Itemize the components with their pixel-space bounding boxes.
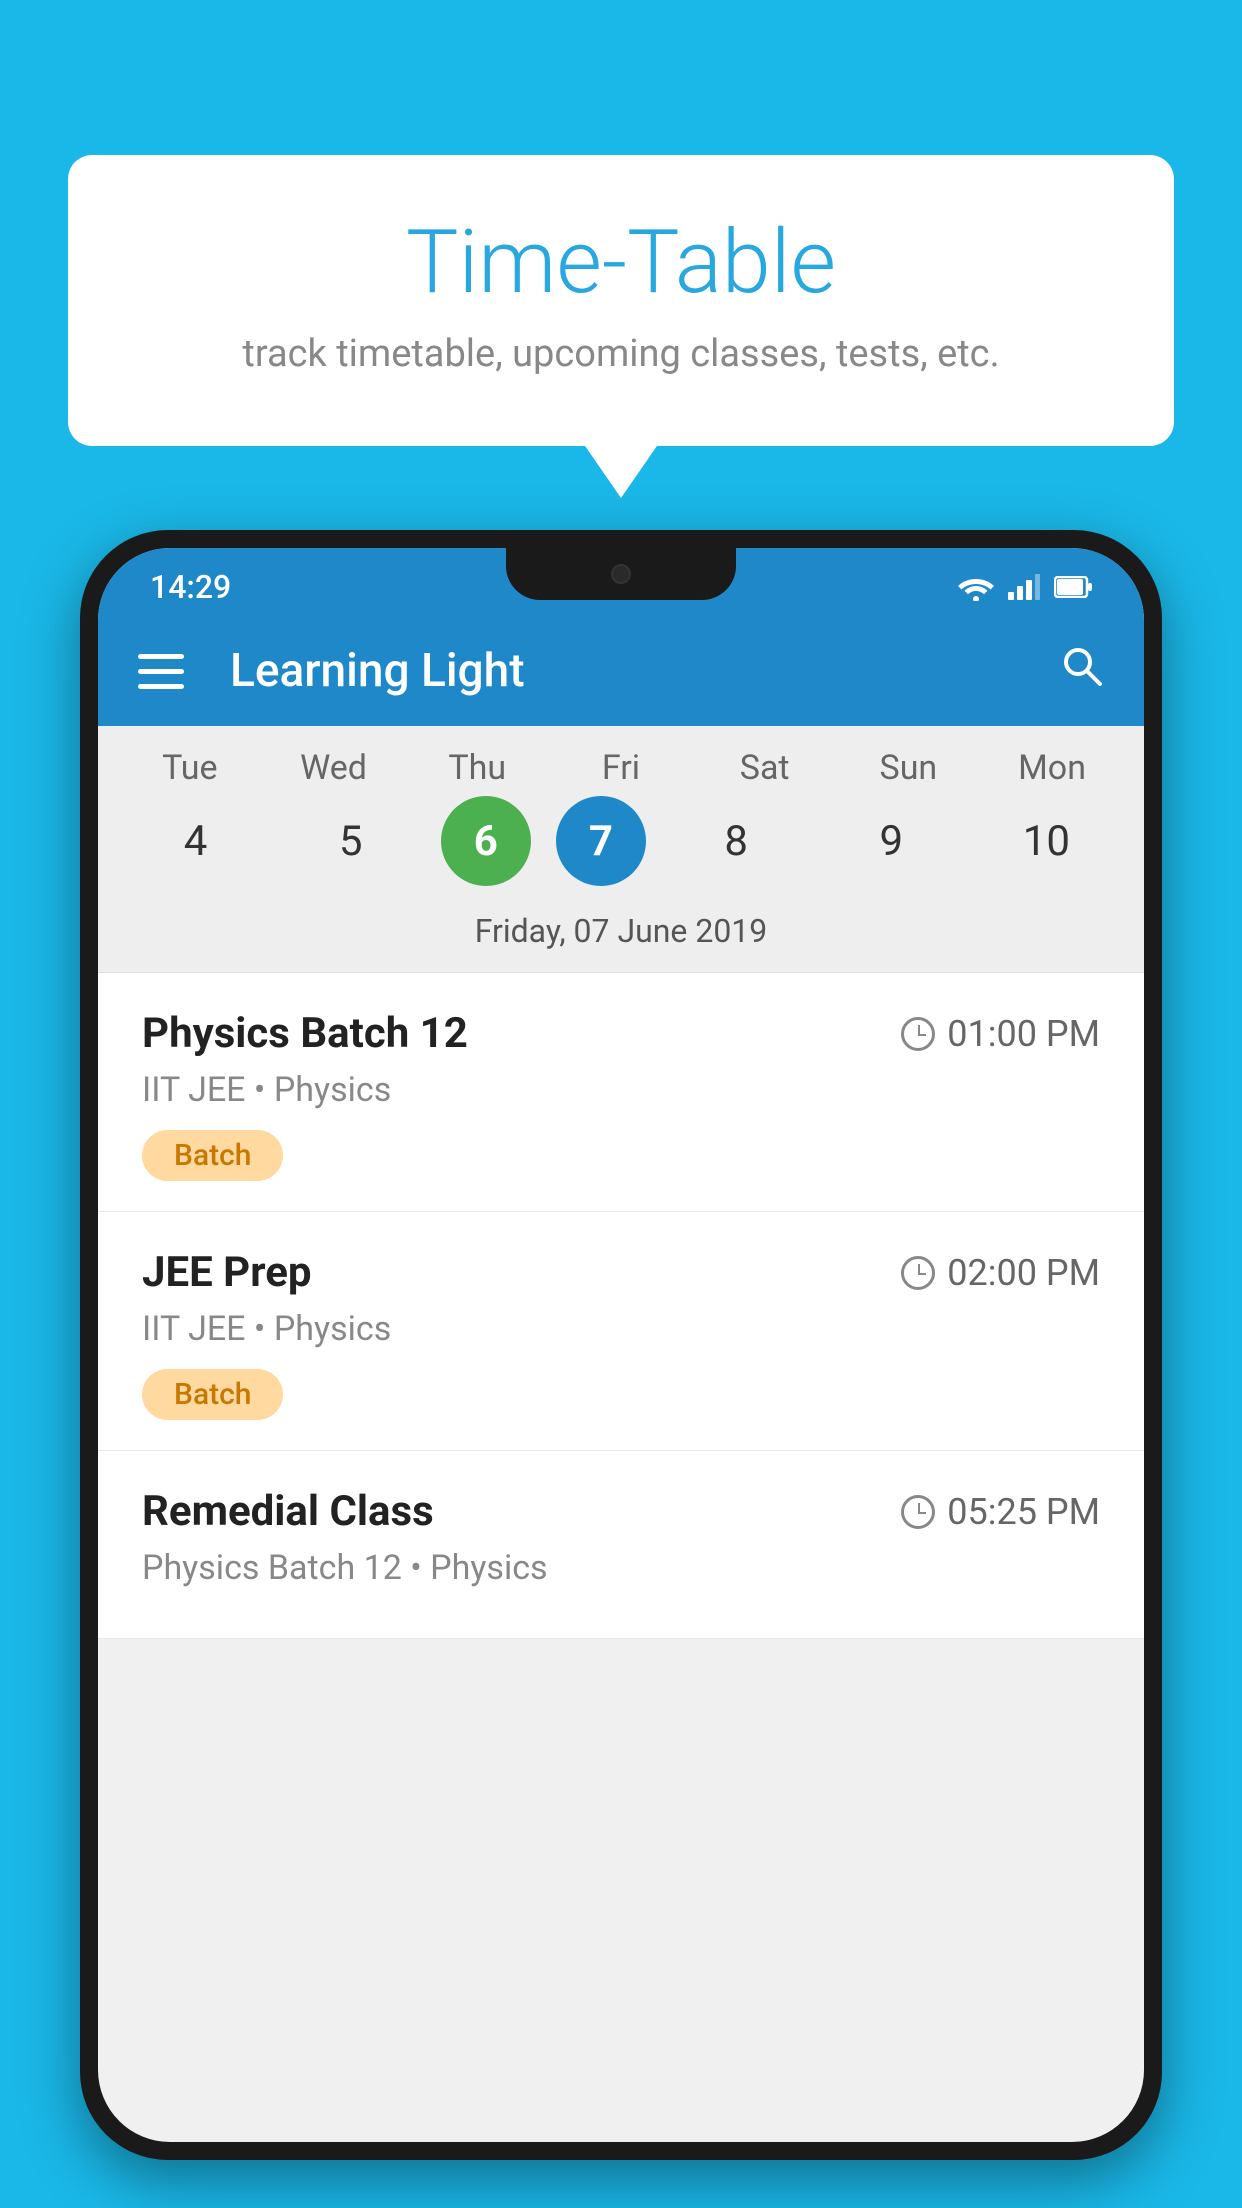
speech-bubble-container: Time-Table track timetable, upcoming cla… bbox=[68, 155, 1174, 446]
selected-date-label: Friday, 07 June 2019 bbox=[98, 898, 1144, 973]
day-label-sat: Sat bbox=[700, 748, 830, 788]
schedule-list: Physics Batch 12 01:00 PM IIT JEE • Phys… bbox=[98, 973, 1144, 1639]
day-numbers: 4 5 6 7 8 9 10 bbox=[98, 796, 1144, 886]
schedule-item-1[interactable]: Physics Batch 12 01:00 PM IIT JEE • Phys… bbox=[98, 973, 1144, 1212]
calendar-strip: Tue Wed Thu Fri Sat Sun Mon 4 5 6 7 8 9 … bbox=[98, 726, 1144, 973]
schedule-subtitle-1: IIT JEE • Physics bbox=[142, 1070, 1100, 1110]
schedule-title-2: JEE Prep bbox=[142, 1248, 312, 1297]
schedule-title-1: Physics Batch 12 bbox=[142, 1009, 468, 1058]
schedule-time-text-3: 05:25 PM bbox=[947, 1491, 1100, 1533]
phone-screen: 14:29 bbox=[98, 548, 1144, 2142]
day-num-8[interactable]: 8 bbox=[671, 796, 801, 886]
schedule-time-3: 05:25 PM bbox=[901, 1491, 1100, 1533]
schedule-item-header-1: Physics Batch 12 01:00 PM bbox=[142, 1009, 1100, 1058]
status-icons bbox=[958, 573, 1092, 601]
hamburger-menu-icon[interactable] bbox=[138, 654, 184, 689]
schedule-time-2: 02:00 PM bbox=[901, 1252, 1100, 1294]
app-bar: Learning Light bbox=[98, 616, 1144, 726]
clock-icon-2 bbox=[901, 1256, 935, 1290]
day-num-4[interactable]: 4 bbox=[131, 796, 261, 886]
schedule-time-text-2: 02:00 PM bbox=[947, 1252, 1100, 1294]
signal-icon bbox=[1008, 574, 1040, 600]
battery-icon bbox=[1054, 576, 1092, 598]
day-label-fri: Fri bbox=[556, 748, 686, 788]
phone-mockup: 14:29 bbox=[80, 530, 1162, 2208]
phone-outer: 14:29 bbox=[80, 530, 1162, 2160]
day-label-wed: Wed bbox=[269, 748, 399, 788]
schedule-item-2[interactable]: JEE Prep 02:00 PM IIT JEE • Physics Batc… bbox=[98, 1212, 1144, 1451]
day-num-10[interactable]: 10 bbox=[981, 796, 1111, 886]
day-headers: Tue Wed Thu Fri Sat Sun Mon bbox=[98, 748, 1144, 788]
day-num-5[interactable]: 5 bbox=[286, 796, 416, 886]
day-label-tue: Tue bbox=[125, 748, 255, 788]
schedule-time-text-1: 01:00 PM bbox=[947, 1013, 1100, 1055]
phone-notch bbox=[506, 548, 736, 600]
batch-badge-2: Batch bbox=[142, 1369, 283, 1420]
wifi-icon bbox=[958, 573, 994, 601]
schedule-item-3[interactable]: Remedial Class 05:25 PM Physics Batch 12… bbox=[98, 1451, 1144, 1639]
day-num-7[interactable]: 7 bbox=[556, 796, 646, 886]
day-num-6[interactable]: 6 bbox=[441, 796, 531, 886]
day-label-sun: Sun bbox=[843, 748, 973, 788]
day-num-9[interactable]: 9 bbox=[826, 796, 956, 886]
clock-icon-3 bbox=[901, 1495, 935, 1529]
day-label-thu: Thu bbox=[412, 748, 542, 788]
day-label-mon: Mon bbox=[987, 748, 1117, 788]
schedule-title-3: Remedial Class bbox=[142, 1487, 434, 1536]
schedule-item-header-2: JEE Prep 02:00 PM bbox=[142, 1248, 1100, 1297]
app-title: Learning Light bbox=[230, 644, 1022, 698]
search-icon[interactable] bbox=[1058, 642, 1104, 700]
schedule-subtitle-2: IIT JEE • Physics bbox=[142, 1309, 1100, 1349]
speech-bubble: Time-Table track timetable, upcoming cla… bbox=[68, 155, 1174, 446]
camera-dot bbox=[611, 564, 631, 584]
bubble-title: Time-Table bbox=[118, 215, 1124, 312]
batch-badge-1: Batch bbox=[142, 1130, 283, 1181]
status-time: 14:29 bbox=[150, 568, 231, 606]
schedule-time-1: 01:00 PM bbox=[901, 1013, 1100, 1055]
clock-icon-1 bbox=[901, 1017, 935, 1051]
schedule-subtitle-3: Physics Batch 12 • Physics bbox=[142, 1548, 1100, 1588]
bubble-subtitle: track timetable, upcoming classes, tests… bbox=[118, 332, 1124, 376]
schedule-item-header-3: Remedial Class 05:25 PM bbox=[142, 1487, 1100, 1536]
